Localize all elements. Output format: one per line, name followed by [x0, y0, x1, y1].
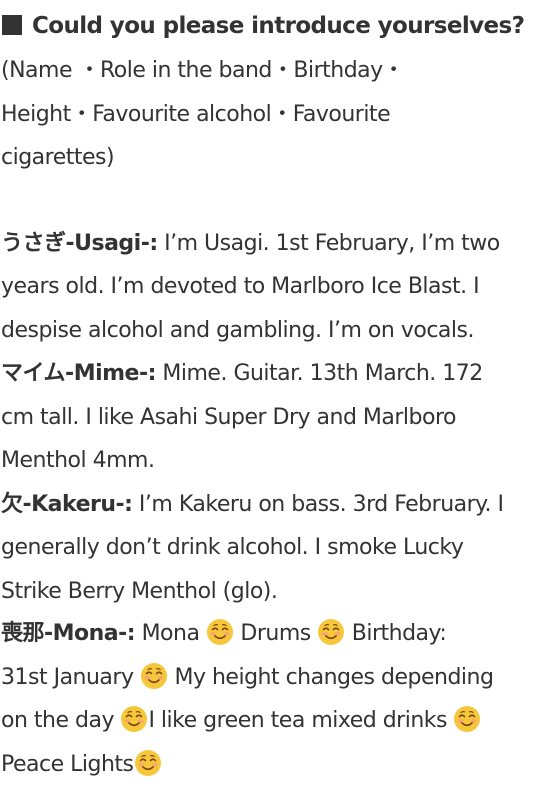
answer-line-usagi: years old. I’m devoted to Marlboro Ice B…	[1, 274, 480, 299]
answer-text: I’m Usagi. 1st February, I’m two	[157, 230, 500, 256]
answer-line-usagi: despise alcohol and gambling. I’m on voc…	[1, 317, 474, 343]
answer-line-kakeru: generally don’t drink alcohol. I smoke L…	[1, 535, 464, 560]
member-name-mona: 喪那-Mona-:	[1, 621, 136, 646]
member-name-kakeru: 欠-Kakeru-:	[1, 491, 133, 517]
intro-line: cigarettes)	[1, 145, 115, 170]
intro-line: (Name ・Role in the band・Birthday・	[1, 58, 405, 83]
answer-line-usagi: うさぎ-Usagi-: I’m Usagi. 1st February, I’m…	[1, 222, 500, 266]
answer-text: I like green tea mixed drinks	[148, 708, 454, 733]
answer-line-mime: cm tall. I like Asahi Super Dry and Marl…	[1, 404, 456, 430]
answer-line-mona: Peace Lights	[1, 743, 162, 787]
answer-line-kakeru: Strike Berry Menthol (glo).	[1, 578, 278, 604]
answer-line-mime: マイム-Mime-: Mime. Guitar. 13th March. 172	[1, 352, 483, 396]
answer-text: Mona	[135, 621, 206, 646]
question-heading: Could you please introduce yourselves?	[2, 10, 538, 42]
intro-line: Height・Favourite alcohol・Favourite	[1, 101, 391, 127]
member-name-usagi: うさぎ-Usagi-:	[1, 230, 158, 256]
smiling-face-emoji-icon	[453, 705, 481, 733]
answer-line-mona: 喪那-Mona-: Mona Drums Birthday:	[1, 612, 447, 656]
member-name-mime: マイム-Mime-:	[1, 361, 156, 386]
smiling-face-emoji-icon	[317, 618, 345, 646]
answer-text: Birthday:	[345, 621, 447, 646]
answer-text: I’m Kakeru on bass. 3rd February. I	[132, 491, 504, 517]
answer-text: 31st January	[1, 664, 140, 690]
answer-text: My height changes depending	[167, 664, 494, 690]
smiling-face-emoji-icon	[140, 662, 168, 690]
smiling-face-emoji-icon	[206, 618, 234, 646]
answer-line-mime: Menthol 4mm.	[1, 448, 155, 473]
black-square-icon	[2, 15, 22, 35]
answer-line-kakeru: 欠-Kakeru-: I’m Kakeru on bass. 3rd Febru…	[1, 483, 504, 527]
interview-page: Could you please introduce yourselves? (…	[0, 0, 540, 790]
question-text: Could you please introduce yourselves?	[32, 13, 525, 39]
smiling-face-emoji-icon	[134, 749, 162, 777]
answer-text: on the day	[1, 708, 121, 733]
answer-text: Peace Lights	[1, 751, 134, 777]
smiling-face-emoji-icon	[120, 705, 148, 733]
answer-text: Mime. Guitar. 13th March. 172	[155, 361, 483, 386]
answer-text: Drums	[233, 621, 318, 646]
answer-line-mona: 31st January My height changes depending	[1, 656, 494, 700]
answer-line-mona: on the day I like green tea mixed drinks	[1, 699, 481, 743]
